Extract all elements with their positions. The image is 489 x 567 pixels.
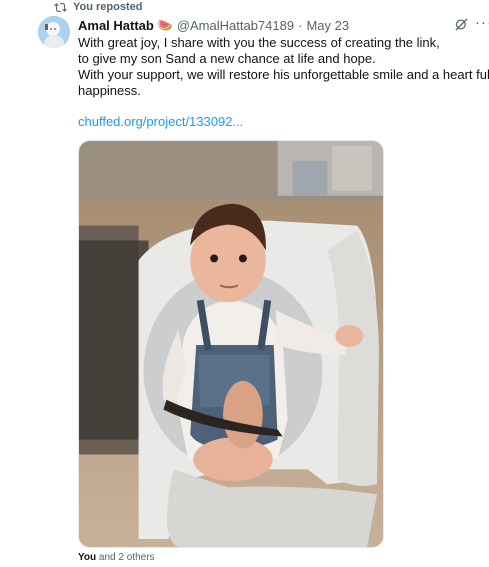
post-line: happiness. xyxy=(78,83,141,98)
more-icon[interactable]: ··· xyxy=(475,14,489,32)
repost-indicator: You reposted xyxy=(54,0,142,14)
repost-icon xyxy=(54,2,67,12)
watermelon-emoji: 🍉 xyxy=(157,18,173,32)
grok-button[interactable] xyxy=(453,16,469,32)
post-link[interactable]: chuffed.org/project/133092... xyxy=(78,114,243,129)
liked-by[interactable]: You and 2 others xyxy=(78,552,155,563)
liked-by-others: and 2 others xyxy=(96,552,155,563)
post-date[interactable]: May 23 xyxy=(306,18,349,33)
liked-by-you: You xyxy=(78,552,97,563)
grok-icon xyxy=(454,17,468,31)
post-photo[interactable] xyxy=(78,140,384,548)
post-line: to give my son Sand a new chance at life… xyxy=(78,51,376,66)
avatar[interactable] xyxy=(38,16,70,48)
post-line: With great joy, I share with you the suc… xyxy=(78,35,440,50)
post-body: With great joy, I share with you the suc… xyxy=(78,35,489,99)
post-line: With your support, we will restore his u… xyxy=(78,67,489,82)
post-header: Amal Hattab 🍉 @AmalHattab74189 · May 23 xyxy=(78,16,449,34)
author-name[interactable]: Amal Hattab xyxy=(78,18,154,33)
repost-label: You reposted xyxy=(73,1,143,13)
header-separator: · xyxy=(298,17,303,33)
author-handle[interactable]: @AmalHattab74189 xyxy=(177,18,294,33)
